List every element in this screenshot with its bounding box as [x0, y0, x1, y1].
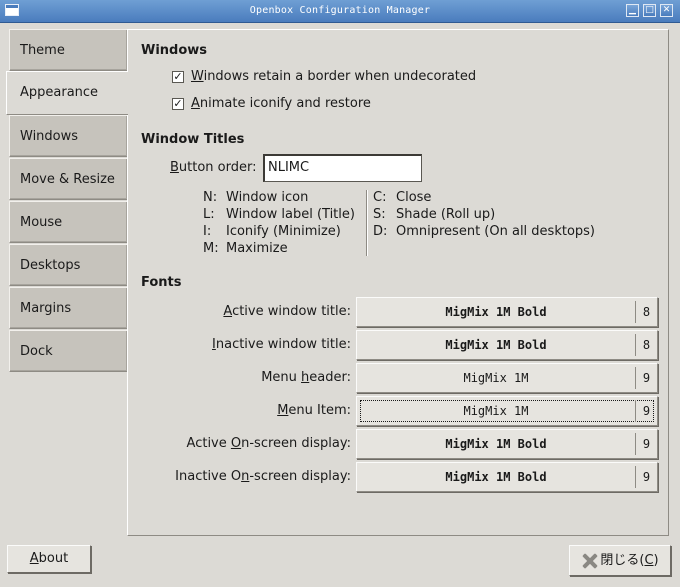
retain-border-checkbox[interactable]: ✓: [172, 70, 184, 83]
title-bar[interactable]: Openbox Configuration Manager ▁ □ ✕: [0, 0, 680, 23]
inactive-osd-font-button[interactable]: MigMix 1M Bold 9: [356, 462, 658, 492]
inactive-osd-label: Inactive On-screen display:: [175, 469, 351, 484]
section-title-fonts: Fonts: [141, 275, 182, 290]
tab-dock[interactable]: Dock: [9, 330, 127, 372]
font-size: 9: [635, 466, 657, 488]
tab-label: Move & Resize: [20, 172, 115, 187]
tab-label: Theme: [20, 43, 65, 58]
tab-label: Windows: [20, 129, 79, 144]
menu-item-font-button[interactable]: MigMix 1M 9: [356, 396, 658, 426]
font-size: 9: [635, 367, 657, 389]
legend-item: M: Maximize: [203, 241, 288, 256]
tab-desktops[interactable]: Desktops: [9, 244, 127, 286]
tab-label: Appearance: [20, 85, 99, 100]
close-button[interactable]: 閉じる(C): [569, 545, 671, 576]
minimize-button[interactable]: ▁: [626, 4, 639, 17]
inactive-window-title-label: Inactive window title:: [212, 337, 351, 352]
button-order-label: Button order:: [170, 160, 257, 175]
font-name: MigMix 1M Bold: [445, 338, 547, 352]
active-osd-label: Active On-screen display:: [186, 436, 351, 451]
font-size: 8: [635, 334, 657, 356]
window-title: Openbox Configuration Manager: [249, 5, 431, 16]
tab-label: Margins: [20, 301, 72, 316]
animate-iconify-label: Animate iconify and restore: [191, 96, 371, 111]
close-window-button[interactable]: ✕: [660, 4, 673, 17]
font-size: 9: [635, 400, 657, 422]
tab-margins[interactable]: Margins: [9, 287, 127, 329]
animate-iconify-checkbox[interactable]: ✓: [172, 97, 184, 110]
maximize-button[interactable]: □: [643, 4, 656, 17]
active-window-title-label: Active window title:: [223, 304, 351, 319]
legend-item: N: Window icon: [203, 190, 309, 205]
button-order-input[interactable]: NLIMC: [263, 154, 422, 182]
legend-item: I: Iconify (Minimize): [203, 224, 341, 239]
about-button[interactable]: About: [7, 545, 91, 573]
close-icon: [581, 553, 597, 569]
retain-border-checkbox-row[interactable]: ✓ Windows retain a border when undecorat…: [172, 69, 476, 84]
font-name: MigMix 1M Bold: [445, 470, 547, 484]
font-name: MigMix 1M Bold: [445, 437, 547, 451]
font-name: MigMix 1M: [463, 371, 529, 385]
animate-iconify-checkbox-row[interactable]: ✓ Animate iconify and restore: [172, 96, 371, 111]
menu-header-font-button[interactable]: MigMix 1M 9: [356, 363, 658, 393]
section-title-window-titles: Window Titles: [141, 132, 245, 147]
appearance-panel: Windows ✓ Windows retain a border when u…: [127, 29, 669, 536]
tab-theme[interactable]: Theme: [9, 29, 127, 71]
active-osd-font-button[interactable]: MigMix 1M Bold 9: [356, 429, 658, 459]
tab-label: Dock: [20, 344, 53, 359]
inactive-window-title-font-button[interactable]: MigMix 1M Bold 8: [356, 330, 658, 360]
tab-label: Desktops: [20, 258, 81, 273]
tab-appearance[interactable]: Appearance: [6, 71, 128, 115]
font-size: 8: [635, 301, 657, 323]
menu-item-label: Menu Item:: [277, 403, 351, 418]
legend-item: C: Close: [373, 190, 432, 205]
active-window-title-font-button[interactable]: MigMix 1M Bold 8: [356, 297, 658, 327]
legend-divider: [366, 190, 368, 256]
tab-windows[interactable]: Windows: [9, 115, 127, 157]
tab-mouse[interactable]: Mouse: [9, 201, 127, 243]
font-size: 9: [635, 433, 657, 455]
font-name: MigMix 1M Bold: [445, 305, 547, 319]
font-name: MigMix 1M: [463, 404, 529, 418]
section-title-windows: Windows: [141, 43, 208, 58]
legend-item: S: Shade (Roll up): [373, 207, 496, 222]
legend-item: L: Window label (Title): [203, 207, 355, 222]
retain-border-label: Windows retain a border when undecorated: [191, 69, 477, 84]
tab-move-resize[interactable]: Move & Resize: [9, 158, 127, 200]
legend-item: D: Omnipresent (On all desktops): [373, 224, 595, 239]
menu-header-label: Menu header:: [261, 370, 351, 385]
tab-label: Mouse: [20, 215, 63, 230]
